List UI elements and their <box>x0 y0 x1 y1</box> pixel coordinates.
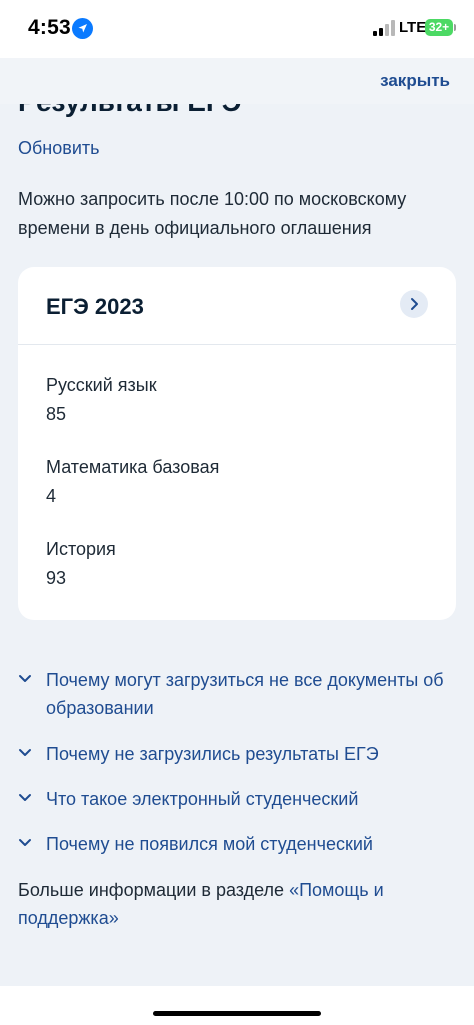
subject-name: Математика базовая <box>46 457 220 477</box>
close-button[interactable]: закрыть <box>380 71 450 91</box>
subject-score: 85 <box>46 404 67 424</box>
home-indicator[interactable] <box>153 1011 321 1016</box>
location-arrow-icon <box>72 18 93 39</box>
subject-item: Математика базовая 4 <box>46 457 219 507</box>
network-type: LTE <box>399 19 427 36</box>
battery-icon: 32+ <box>425 19 453 36</box>
battery-tip <box>454 24 456 31</box>
subject-name: Русский язык <box>46 375 157 395</box>
nav-bar: закрыть <box>0 58 474 104</box>
faq-question[interactable]: Почему могут загрузиться не все документ… <box>46 666 458 722</box>
status-bar: 4:53 LTE 32+ <box>0 0 474 58</box>
exam-card-header[interactable]: ЕГЭ 2023 <box>18 267 456 345</box>
signal-icon <box>373 20 395 36</box>
info-note: Можно запросить после 10:00 по московско… <box>18 189 407 238</box>
faq-question[interactable]: Почему не загрузились результаты ЕГЭ <box>46 740 458 768</box>
chevron-down-icon <box>19 675 31 682</box>
more-info-prefix: Больше информации в разделе <box>18 880 290 900</box>
more-info-text: Больше информации в разделе «Помощь и по… <box>18 876 438 932</box>
chevron-down-icon <box>19 794 31 801</box>
exam-card-title: ЕГЭ 2023 <box>46 294 144 319</box>
subject-score: 4 <box>46 486 57 506</box>
exam-card[interactable]: ЕГЭ 2023 Русский язык 85 Математика базо… <box>18 267 456 620</box>
subject-score: 93 <box>46 568 67 588</box>
faq-question[interactable]: Почему не появился мой студенческий <box>46 830 458 858</box>
subject-item: История 93 <box>46 539 116 589</box>
subject-item: Русский язык 85 <box>46 375 157 425</box>
chevron-down-icon <box>19 839 31 846</box>
refresh-link[interactable]: Обновить <box>18 138 100 159</box>
subject-name: История <box>46 539 116 559</box>
results-page[interactable]: закрыть Результаты ЕГЭ Обновить Можно за… <box>0 58 474 986</box>
chevron-right-icon[interactable] <box>400 290 428 318</box>
chevron-down-icon <box>19 749 31 756</box>
bottom-safe-area <box>0 986 474 1025</box>
status-time: 4:53 <box>28 16 71 39</box>
faq-question[interactable]: Что такое электронный студенческий <box>46 785 458 813</box>
